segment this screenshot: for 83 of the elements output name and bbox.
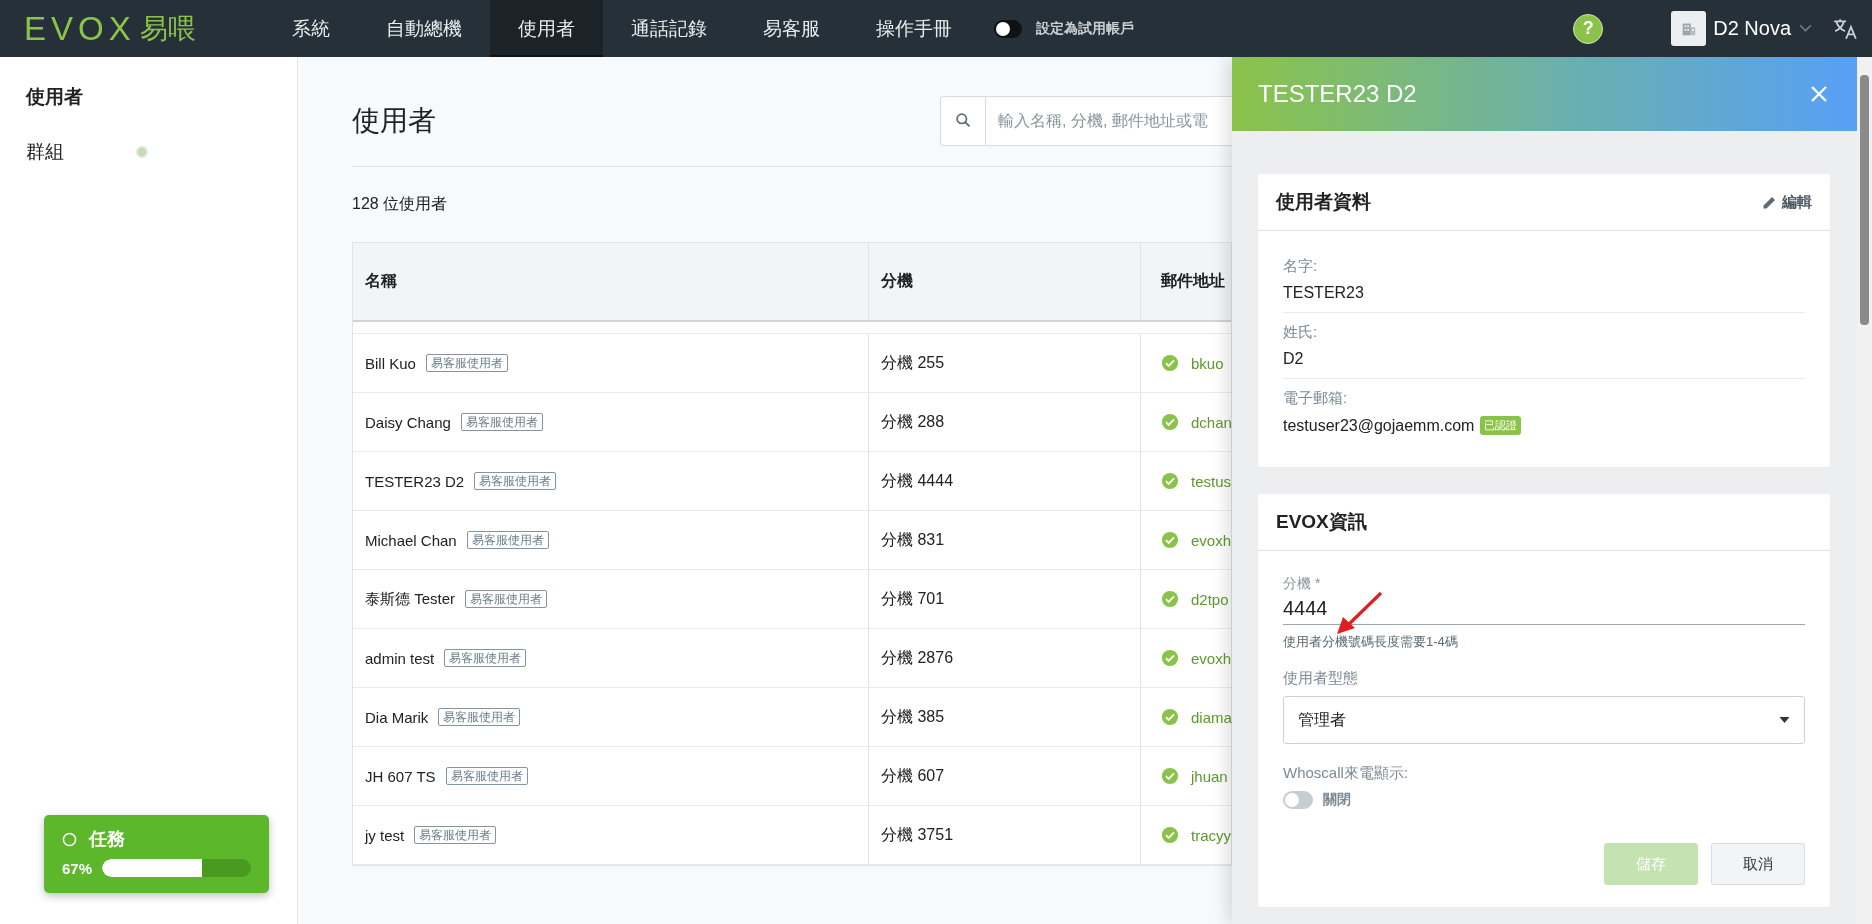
user-name[interactable]: jy test: [365, 826, 405, 844]
table-cell: 分機 607: [869, 747, 1141, 805]
user-name[interactable]: TESTER23 D2: [365, 472, 465, 490]
whoscall-switch[interactable]: [1283, 791, 1313, 809]
status-dot-icon: [136, 145, 148, 158]
table-cell: 分機 4444: [869, 452, 1141, 510]
table-cell: 分機 255: [869, 334, 1141, 392]
email-link[interactable]: testus: [1191, 472, 1232, 490]
caret-down-icon: [1779, 717, 1790, 723]
nav-tab[interactable]: 使用者: [490, 0, 603, 57]
email-link[interactable]: bkuo: [1191, 354, 1224, 372]
role-tag: 易客服使用者: [445, 767, 528, 785]
email-link[interactable]: diama: [1191, 708, 1232, 726]
column-header[interactable]: 分機: [869, 243, 1141, 320]
sidebar-item[interactable]: 使用者: [0, 69, 297, 124]
close-icon[interactable]: [1809, 84, 1829, 104]
task-percent: 67%: [62, 859, 93, 877]
role-tag: 易客服使用者: [460, 413, 543, 431]
field-label: Whoscall來電顯示:: [1283, 764, 1410, 783]
trial-label: 設定為試用帳戶: [1036, 19, 1134, 38]
email-link[interactable]: tracyy: [1191, 826, 1231, 844]
role-tag: 易客服使用者: [438, 708, 521, 726]
field-value: TESTER23: [1283, 284, 1364, 302]
scrollbar[interactable]: [1857, 57, 1872, 924]
task-title: 任務: [89, 828, 125, 851]
user-count: 128 位使用者: [352, 194, 449, 214]
search-button[interactable]: [940, 95, 986, 146]
nav-tab[interactable]: 通話記錄: [603, 0, 735, 57]
field-value: D2: [1283, 350, 1304, 368]
trial-toggle[interactable]: [994, 19, 1022, 38]
email-link[interactable]: d2tpo: [1191, 590, 1229, 608]
chevron-down-icon: [1799, 24, 1812, 33]
user-name[interactable]: Daisy Chang: [365, 413, 451, 431]
field-label: 名字:: [1283, 257, 1319, 276]
nav-tab[interactable]: 易客服: [735, 0, 848, 57]
field-value: testuser23@gojaemm.com: [1283, 416, 1475, 435]
user-name[interactable]: Bill Kuo: [365, 354, 416, 372]
circle-icon: [62, 831, 77, 847]
table-cell: 分機 385: [869, 688, 1141, 746]
card-title: 使用者資料: [1276, 190, 1371, 214]
cancel-button[interactable]: 取消: [1711, 843, 1805, 885]
column-header[interactable]: 郵件地址: [1141, 243, 1231, 320]
role-tag: 易客服使用者: [474, 472, 557, 490]
user-type-select[interactable]: 管理者: [1283, 696, 1805, 744]
user-name[interactable]: JH 607 TS: [365, 767, 436, 785]
field-label: 電子郵箱:: [1283, 389, 1349, 408]
role-tag: 易客服使用者: [414, 826, 497, 844]
table-cell: 分機 3751: [869, 806, 1141, 864]
annotation-arrow: [1335, 590, 1385, 636]
verified-badge: 已認證: [1480, 416, 1522, 435]
switch-label: 關閉: [1323, 791, 1351, 809]
nav-tab[interactable]: 操作手冊: [848, 0, 980, 57]
table-cell: 分機 831: [869, 511, 1141, 569]
sidebar-item[interactable]: 群組: [0, 124, 297, 179]
user-name[interactable]: Dia Marik: [365, 708, 429, 726]
table-cell: 分機 288: [869, 393, 1141, 451]
table-cell: 分機 2876: [869, 629, 1141, 687]
search-field[interactable]: 輸入名稱, 分機, 郵件地址或電: [986, 95, 1232, 146]
logo[interactable]: EVOX 易喂: [24, 12, 252, 45]
account-name[interactable]: D2 Nova: [1713, 17, 1791, 40]
page-title: 使用者: [352, 103, 437, 138]
role-tag: 易客服使用者: [466, 531, 549, 549]
field-label: 姓氏:: [1283, 323, 1319, 342]
email-link[interactable]: evoxh: [1191, 649, 1232, 667]
card-title: EVOX資訊: [1276, 510, 1367, 534]
nav-tab[interactable]: 自動總機: [358, 0, 490, 57]
nav-tab[interactable]: 系統: [264, 0, 358, 57]
edit-link[interactable]: 編輯: [1761, 192, 1812, 212]
email-link[interactable]: dchan: [1191, 413, 1232, 431]
table-cell: 分機 701: [869, 570, 1141, 628]
user-name[interactable]: admin test: [365, 649, 435, 667]
search-icon: [954, 112, 972, 129]
column-header[interactable]: 名稱: [353, 243, 869, 320]
user-name[interactable]: 泰斯德 Tester: [365, 589, 455, 609]
field-label: 使用者型態: [1283, 669, 1359, 688]
drawer-title: TESTER23 D2: [1258, 80, 1417, 108]
building-icon[interactable]: [1671, 11, 1707, 46]
field-hint: 使用者分機號碼長度需要1-4碼: [1283, 633, 1459, 651]
email-link[interactable]: evoxh: [1191, 531, 1232, 549]
role-tag: 易客服使用者: [444, 649, 527, 667]
role-tag: 易客服使用者: [465, 590, 547, 608]
role-tag: 易客服使用者: [425, 354, 508, 372]
user-name[interactable]: Michael Chan: [365, 531, 457, 549]
